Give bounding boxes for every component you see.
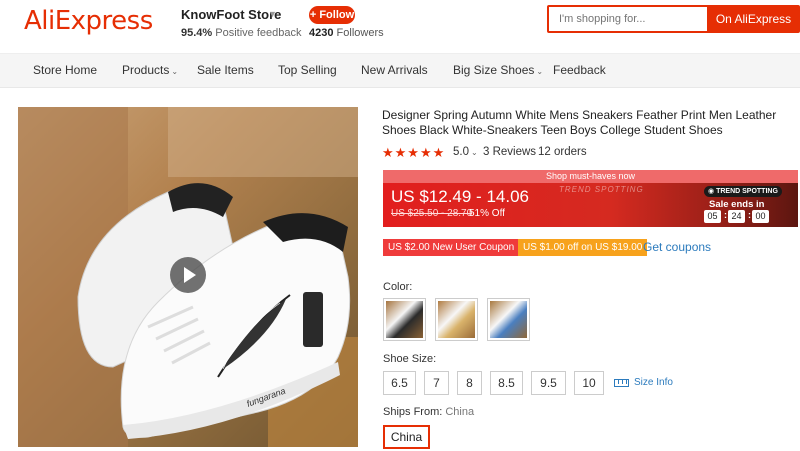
- followers-count: 4230: [309, 27, 334, 39]
- rating-stars-icon: ★★★★★: [382, 145, 446, 160]
- search-bar: On AliExpress: [547, 5, 800, 33]
- followers-label: Followers: [336, 27, 384, 39]
- discount-percent: 51% Off: [469, 208, 505, 219]
- get-coupons-link[interactable]: Get coupons: [643, 240, 711, 254]
- nav-label: Big Size Shoes: [453, 63, 535, 77]
- ships-from-text: Ships From:: [383, 406, 443, 418]
- orders-count: 12 orders: [538, 146, 587, 158]
- nav-label: New Arrivals: [361, 63, 428, 77]
- color-swatch-white-blue[interactable]: [487, 298, 530, 341]
- trend-spotting-badge: ◉ TREND SPOTTING: [704, 186, 782, 197]
- nav-label: Products: [122, 63, 170, 77]
- nav-top-selling[interactable]: Top Selling: [278, 63, 337, 77]
- size-option[interactable]: 8: [457, 371, 482, 395]
- product-title: Designer Spring Autumn White Mens Sneake…: [382, 108, 777, 137]
- swatch-image: [386, 301, 423, 338]
- nav-label: Feedback: [553, 63, 606, 77]
- countdown-separator: :: [748, 210, 751, 220]
- sale-ends-label: Sale ends in: [709, 199, 765, 210]
- search-input[interactable]: [549, 7, 706, 31]
- store-feedback: 95.4% Positive feedback: [181, 27, 301, 39]
- store-menu-caret-icon[interactable]: ▼: [268, 9, 277, 19]
- nav-label: Top Selling: [278, 63, 337, 77]
- nav-store-home[interactable]: Store Home: [33, 63, 97, 77]
- feedback-label: Positive feedback: [215, 27, 302, 39]
- countdown-separator: :: [724, 210, 727, 220]
- original-price: US $25.50 - 28.70: [391, 208, 473, 219]
- countdown-minutes: 24: [728, 210, 745, 223]
- countdown-seconds: 00: [752, 210, 769, 223]
- promo-banner-header[interactable]: Shop must-haves now: [383, 170, 798, 183]
- size-label: Shoe Size:: [383, 353, 437, 365]
- size-option[interactable]: 9.5: [531, 371, 566, 395]
- nav-sale-items[interactable]: Sale Items: [197, 63, 254, 77]
- nav-label: Sale Items: [197, 63, 254, 77]
- feedback-percentage: 95.4%: [181, 27, 213, 39]
- size-option[interactable]: 6.5: [383, 371, 416, 395]
- size-info-link[interactable]: Size Info: [634, 377, 673, 388]
- follow-button[interactable]: + Follow: [309, 6, 355, 24]
- chevron-down-icon[interactable]: ⌄: [471, 148, 478, 157]
- nav-big-size-shoes[interactable]: Big Size Shoes ⌄: [453, 63, 543, 77]
- trend-badge-label: TREND SPOTTING: [716, 188, 778, 195]
- chevron-down-icon: ⌄: [171, 67, 179, 76]
- size-option[interactable]: 8.5: [490, 371, 523, 395]
- swatch-image: [438, 301, 475, 338]
- countdown-hours: 05: [704, 210, 721, 223]
- rating-value[interactable]: 5.0: [453, 146, 469, 158]
- size-option[interactable]: 10: [574, 371, 604, 395]
- sale-price: US $12.49 - 14.06: [391, 187, 529, 206]
- promo-price-banner: TREND SPOTTING US $12.49 - 14.06 US $25.…: [383, 183, 798, 227]
- color-swatch-white-gold[interactable]: [435, 298, 478, 341]
- nav-label: Store Home: [33, 63, 98, 77]
- ships-from-label: Ships From: China: [383, 406, 474, 418]
- ships-from-value: China: [445, 406, 475, 418]
- color-label: Color:: [383, 281, 413, 293]
- store-name[interactable]: KnowFoot Store: [181, 7, 281, 22]
- nav-products[interactable]: Products ⌄: [122, 63, 178, 77]
- play-video-icon[interactable]: [170, 257, 206, 293]
- ships-from-option-china[interactable]: China: [383, 425, 430, 449]
- ruler-icon[interactable]: [614, 379, 629, 387]
- reviews-link[interactable]: 3 Reviews: [483, 146, 536, 158]
- store-header: AliExpress KnowFoot Store ▼ 95.4% Positi…: [0, 0, 800, 54]
- size-option[interactable]: 7: [424, 371, 449, 395]
- store-coupon[interactable]: US $1.00 off on US $19.00: [518, 239, 648, 256]
- chevron-down-icon: ⌄: [536, 67, 544, 76]
- nav-new-arrivals[interactable]: New Arrivals: [361, 63, 428, 77]
- nav-feedback[interactable]: Feedback: [553, 63, 606, 77]
- followers: 4230 Followers: [309, 27, 384, 39]
- search-button[interactable]: On AliExpress: [707, 7, 800, 31]
- color-swatch-black-white[interactable]: [383, 298, 426, 341]
- aliexpress-logo[interactable]: AliExpress: [24, 6, 153, 36]
- new-user-coupon[interactable]: US $2.00 New User Coupon: [383, 239, 520, 256]
- promo-decoration-text: TREND SPOTTING: [559, 185, 644, 194]
- store-nav: Store Home Products ⌄ Sale Items Top Sell…: [0, 54, 800, 88]
- swatch-image: [490, 301, 527, 338]
